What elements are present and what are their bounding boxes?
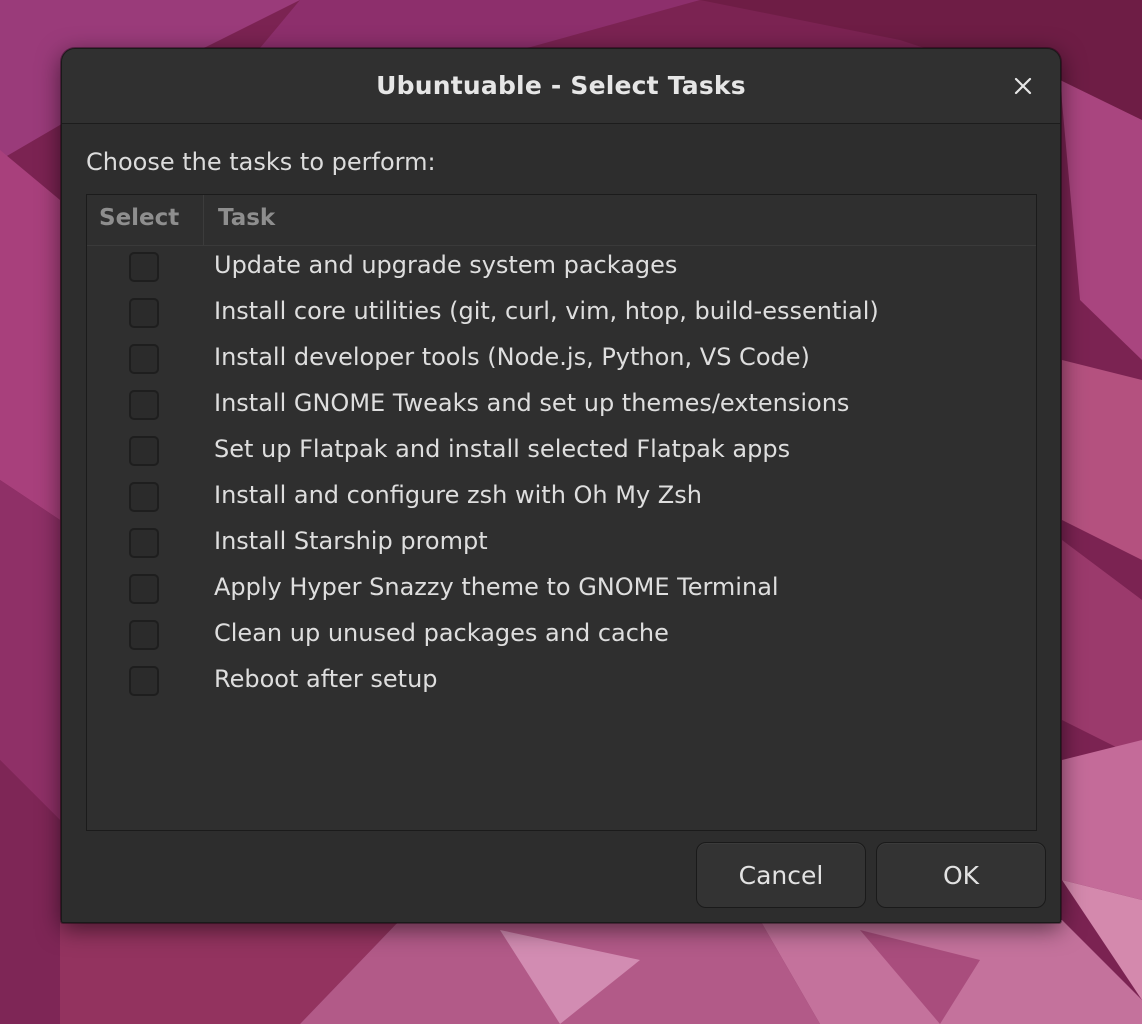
task-label: Apply Hyper Snazzy theme to GNOME Termin… bbox=[214, 573, 779, 601]
prompt-label: Choose the tasks to perform: bbox=[86, 148, 436, 176]
task-row[interactable]: Install Starship prompt bbox=[87, 522, 1036, 568]
task-checkbox[interactable] bbox=[129, 298, 159, 328]
task-row[interactable]: Install GNOME Tweaks and set up themes/e… bbox=[87, 384, 1036, 430]
task-rows: Update and upgrade system packages Insta… bbox=[87, 246, 1036, 706]
column-header-task[interactable]: Task bbox=[218, 205, 275, 231]
close-button[interactable] bbox=[1008, 71, 1038, 101]
task-row[interactable]: Set up Flatpak and install selected Flat… bbox=[87, 430, 1036, 476]
task-checkbox[interactable] bbox=[129, 482, 159, 512]
task-label: Clean up unused packages and cache bbox=[214, 619, 669, 647]
column-divider bbox=[203, 195, 204, 245]
task-checkbox[interactable] bbox=[129, 528, 159, 558]
task-row[interactable]: Update and upgrade system packages bbox=[87, 246, 1036, 292]
task-label: Install core utilities (git, curl, vim, … bbox=[214, 297, 879, 325]
task-label: Reboot after setup bbox=[214, 665, 438, 693]
task-checkbox[interactable] bbox=[129, 666, 159, 696]
task-row[interactable]: Apply Hyper Snazzy theme to GNOME Termin… bbox=[87, 568, 1036, 614]
task-label: Install GNOME Tweaks and set up themes/e… bbox=[214, 389, 850, 417]
task-label: Install and configure zsh with Oh My Zsh bbox=[214, 481, 702, 509]
task-checkbox[interactable] bbox=[129, 344, 159, 374]
task-label: Install developer tools (Node.js, Python… bbox=[214, 343, 810, 371]
task-row[interactable]: Install core utilities (git, curl, vim, … bbox=[87, 292, 1036, 338]
task-checkbox[interactable] bbox=[129, 252, 159, 282]
task-label: Set up Flatpak and install selected Flat… bbox=[214, 435, 791, 463]
task-row[interactable]: Reboot after setup bbox=[87, 660, 1036, 706]
task-row[interactable]: Install developer tools (Node.js, Python… bbox=[87, 338, 1036, 384]
select-tasks-dialog: Ubuntuable - Select Tasks Choose the tas… bbox=[61, 48, 1061, 923]
task-checkbox[interactable] bbox=[129, 390, 159, 420]
ok-button[interactable]: OK bbox=[876, 842, 1046, 908]
task-row[interactable]: Install and configure zsh with Oh My Zsh bbox=[87, 476, 1036, 522]
task-checkbox[interactable] bbox=[129, 574, 159, 604]
column-header-select[interactable]: Select bbox=[99, 205, 179, 231]
task-label: Update and upgrade system packages bbox=[214, 251, 678, 279]
dialog-title: Ubuntuable - Select Tasks bbox=[376, 71, 746, 100]
list-header: Select Task bbox=[87, 195, 1036, 246]
task-checkbox[interactable] bbox=[129, 620, 159, 650]
dialog-titlebar: Ubuntuable - Select Tasks bbox=[62, 49, 1060, 124]
cancel-button[interactable]: Cancel bbox=[696, 842, 866, 908]
task-checkbox[interactable] bbox=[129, 436, 159, 466]
close-icon bbox=[1014, 77, 1032, 95]
task-list: Select Task Update and upgrade system pa… bbox=[86, 194, 1037, 831]
task-label: Install Starship prompt bbox=[214, 527, 488, 555]
task-row[interactable]: Clean up unused packages and cache bbox=[87, 614, 1036, 660]
